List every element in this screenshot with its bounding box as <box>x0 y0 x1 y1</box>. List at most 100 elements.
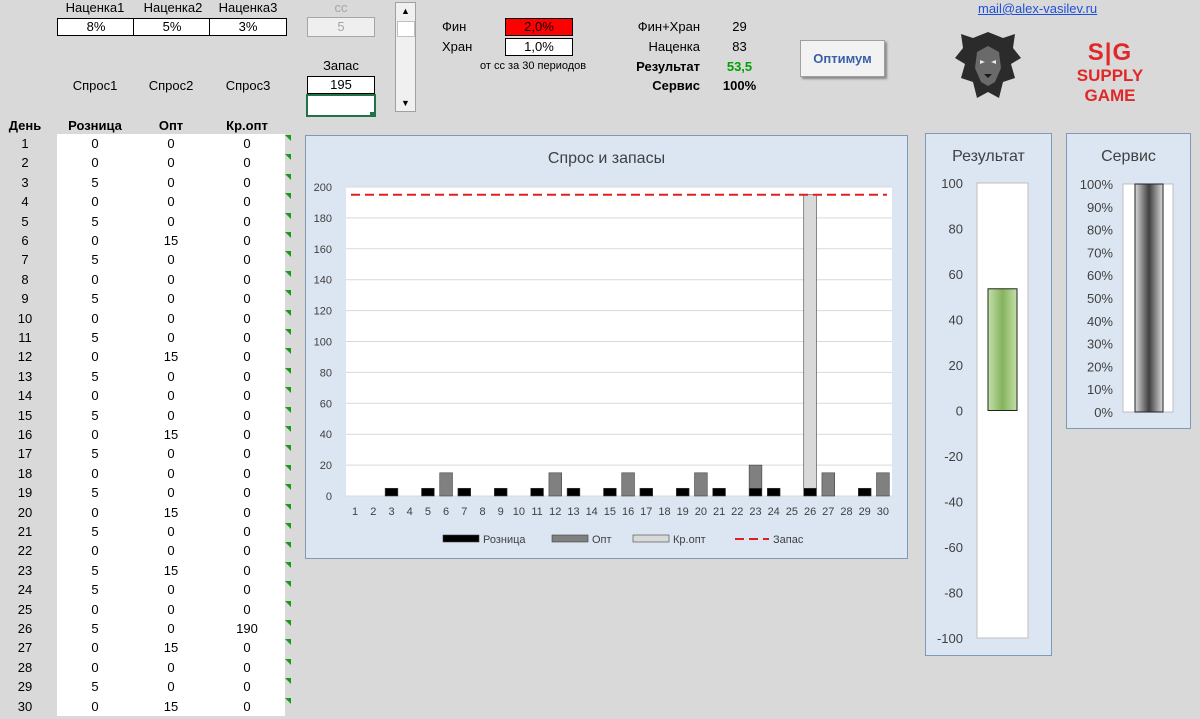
demand-cell-retail[interactable]: 5 <box>57 522 133 541</box>
vertical-scrollbar[interactable]: ▲ ▼ <box>395 2 416 112</box>
demand-cell-wholesale[interactable]: 0 <box>133 658 209 677</box>
demand-cell-large[interactable]: 0 <box>209 250 285 269</box>
demand-cell-wholesale[interactable]: 0 <box>133 541 209 560</box>
demand-cell-wholesale[interactable]: 0 <box>133 580 209 599</box>
demand-cell-retail[interactable]: 0 <box>57 503 133 522</box>
demand-cell-large[interactable]: 0 <box>209 134 285 153</box>
demand-cell-wholesale[interactable]: 0 <box>133 444 209 463</box>
demand-cell-retail[interactable]: 0 <box>57 425 133 444</box>
demand-cell-large[interactable]: 0 <box>209 270 285 289</box>
demand-cell-large[interactable]: 0 <box>209 503 285 522</box>
demand-cell-wholesale[interactable]: 0 <box>133 600 209 619</box>
stor-input[interactable]: 1,0% <box>505 38 573 56</box>
demand-cell-wholesale[interactable]: 0 <box>133 522 209 541</box>
demand-cell-large[interactable]: 0 <box>209 309 285 328</box>
demand-cell-large[interactable]: 0 <box>209 192 285 211</box>
demand-cell-large[interactable]: 0 <box>209 464 285 483</box>
demand-cell-large[interactable]: 0 <box>209 638 285 657</box>
markup3-input[interactable]: 3% <box>209 18 287 36</box>
demand-cell-large[interactable]: 0 <box>209 483 285 502</box>
demand-cell-retail[interactable]: 5 <box>57 580 133 599</box>
demand-cell-wholesale[interactable]: 0 <box>133 386 209 405</box>
demand-cell-large[interactable]: 0 <box>209 697 285 716</box>
demand-cell-retail[interactable]: 5 <box>57 250 133 269</box>
fin-input[interactable]: 2,0% <box>505 18 573 36</box>
scroll-up-icon[interactable]: ▲ <box>396 3 415 19</box>
demand-cell-wholesale[interactable]: 0 <box>133 270 209 289</box>
demand-cell-retail[interactable]: 0 <box>57 541 133 560</box>
demand-cell-wholesale[interactable]: 15 <box>133 503 209 522</box>
optimum-button[interactable]: Оптимум <box>800 40 885 77</box>
demand-cell-large[interactable]: 0 <box>209 386 285 405</box>
demand-cell-wholesale[interactable]: 0 <box>133 464 209 483</box>
demand-cell-large[interactable]: 0 <box>209 328 285 347</box>
demand-cell-wholesale[interactable]: 0 <box>133 328 209 347</box>
demand-cell-large[interactable]: 0 <box>209 561 285 580</box>
demand-cell-wholesale[interactable]: 15 <box>133 697 209 716</box>
demand-cell-large[interactable]: 0 <box>209 580 285 599</box>
demand-cell-retail[interactable]: 0 <box>57 464 133 483</box>
demand-cell-large[interactable]: 0 <box>209 541 285 560</box>
demand-cell-large[interactable]: 0 <box>209 522 285 541</box>
markup1-input[interactable]: 8% <box>57 18 135 36</box>
demand-cell-retail[interactable]: 0 <box>57 309 133 328</box>
demand-cell-large[interactable]: 0 <box>209 600 285 619</box>
stock-input[interactable]: 195 <box>307 76 375 94</box>
demand-cell-retail[interactable]: 5 <box>57 212 133 231</box>
demand-cell-retail[interactable]: 0 <box>57 638 133 657</box>
demand-cell-retail[interactable]: 5 <box>57 328 133 347</box>
scroll-thumb[interactable] <box>397 21 415 37</box>
demand-cell-large[interactable]: 0 <box>209 658 285 677</box>
demand-cell-large[interactable]: 0 <box>209 406 285 425</box>
demand-cell-wholesale[interactable]: 0 <box>133 173 209 192</box>
demand-cell-retail[interactable]: 5 <box>57 561 133 580</box>
demand-cell-retail[interactable]: 5 <box>57 173 133 192</box>
email-link[interactable]: mail@alex-vasilev.ru <box>978 1 1097 16</box>
demand-cell-wholesale[interactable]: 0 <box>133 192 209 211</box>
markup2-input[interactable]: 5% <box>133 18 211 36</box>
result-chart[interactable]: Результат 100 80 60 40 20 0 -20 -40 -60 -80 -100 <box>925 133 1052 656</box>
selected-cell[interactable] <box>306 94 376 117</box>
demand-cell-retail[interactable]: 5 <box>57 289 133 308</box>
demand-cell-wholesale[interactable]: 15 <box>133 231 209 250</box>
demand-cell-wholesale[interactable]: 0 <box>133 483 209 502</box>
demand-cell-wholesale[interactable]: 0 <box>133 212 209 231</box>
demand-cell-wholesale[interactable]: 0 <box>133 309 209 328</box>
demand-cell-wholesale[interactable]: 0 <box>133 134 209 153</box>
demand-cell-wholesale[interactable]: 15 <box>133 425 209 444</box>
demand-cell-large[interactable]: 0 <box>209 212 285 231</box>
demand-cell-wholesale[interactable]: 15 <box>133 638 209 657</box>
demand-cell-large[interactable]: 0 <box>209 173 285 192</box>
demand-cell-retail[interactable]: 0 <box>57 270 133 289</box>
demand-cell-wholesale[interactable]: 0 <box>133 406 209 425</box>
demand-cell-wholesale[interactable]: 0 <box>133 153 209 172</box>
demand-cell-retail[interactable]: 0 <box>57 697 133 716</box>
demand-cell-large[interactable]: 0 <box>209 444 285 463</box>
demand-stock-chart[interactable]: Спрос и запасы 0 20 40 60 80 100 120 140 160 180 2… <box>305 135 908 559</box>
demand-cell-wholesale[interactable]: 0 <box>133 619 209 638</box>
demand-cell-wholesale[interactable]: 15 <box>133 347 209 366</box>
demand-cell-wholesale[interactable]: 15 <box>133 561 209 580</box>
demand-cell-large[interactable]: 0 <box>209 289 285 308</box>
demand-cell-retail[interactable]: 0 <box>57 153 133 172</box>
demand-cell-large[interactable]: 0 <box>209 425 285 444</box>
demand-cell-retail[interactable]: 5 <box>57 619 133 638</box>
demand-cell-retail[interactable]: 5 <box>57 406 133 425</box>
demand-cell-retail[interactable]: 0 <box>57 386 133 405</box>
demand-cell-retail[interactable]: 5 <box>57 444 133 463</box>
demand-cell-retail[interactable]: 0 <box>57 347 133 366</box>
demand-cell-wholesale[interactable]: 0 <box>133 677 209 696</box>
demand-cell-retail[interactable]: 0 <box>57 192 133 211</box>
demand-cell-retail[interactable]: 5 <box>57 483 133 502</box>
scroll-down-icon[interactable]: ▼ <box>396 95 415 111</box>
demand-cell-large[interactable]: 0 <box>209 367 285 386</box>
demand-cell-retail[interactable]: 5 <box>57 677 133 696</box>
demand-cell-wholesale[interactable]: 0 <box>133 289 209 308</box>
demand-cell-wholesale[interactable]: 0 <box>133 367 209 386</box>
demand-cell-large[interactable]: 0 <box>209 677 285 696</box>
demand-cell-retail[interactable]: 5 <box>57 367 133 386</box>
demand-cell-large[interactable]: 0 <box>209 347 285 366</box>
demand-cell-retail[interactable]: 0 <box>57 134 133 153</box>
demand-cell-large[interactable]: 190 <box>209 619 285 638</box>
selected-cell-handle[interactable] <box>370 112 375 117</box>
